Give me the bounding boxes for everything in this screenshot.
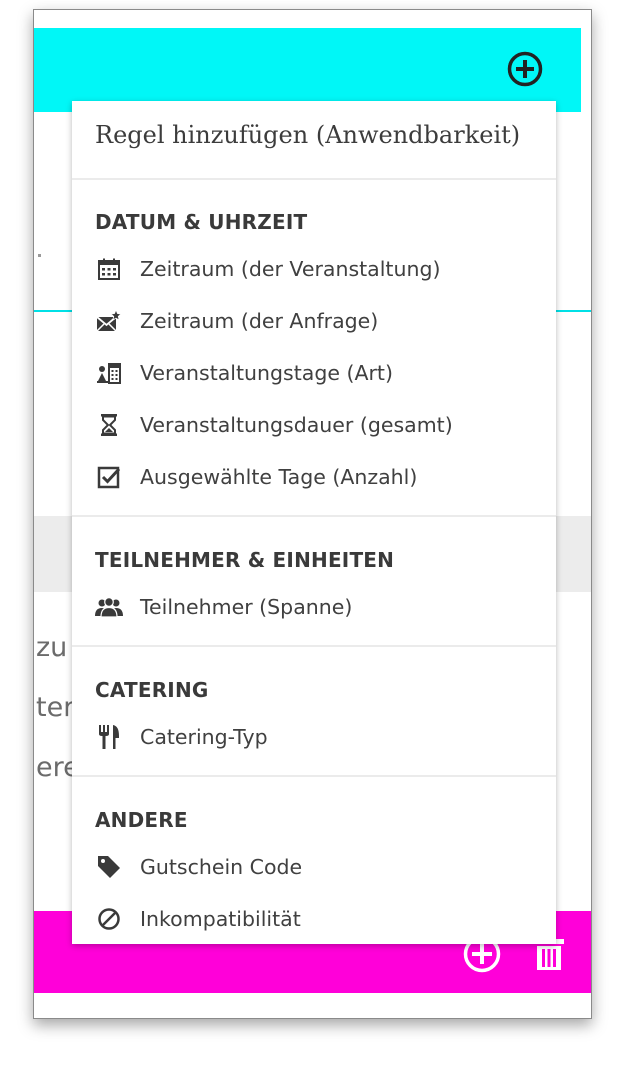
- envelope-star-icon: [94, 306, 124, 336]
- checkbox-icon: [94, 462, 124, 492]
- rule-group-header: [34, 28, 581, 112]
- background-text-2: ter: [36, 692, 75, 723]
- menu-item-label: Catering-Typ: [140, 725, 268, 749]
- background-dot: [38, 254, 41, 257]
- calendar-type-icon: [94, 358, 124, 388]
- section-header-datum: DATUM & UHRZEIT: [95, 210, 308, 234]
- calendar-icon: [94, 254, 124, 284]
- menu-item-label: Gutschein Code: [140, 855, 303, 879]
- section-header-andere: ANDERE: [95, 808, 188, 832]
- forbidden-icon: [94, 904, 124, 934]
- menu-item-label: Teilnehmer (Spanne): [140, 595, 353, 619]
- menu-item-catering-typ[interactable]: Catering-Typ: [88, 715, 548, 759]
- hourglass-icon: [94, 410, 124, 440]
- menu-item-label: Veranstaltungsdauer (gesamt): [140, 413, 453, 437]
- menu-item-teilnehmer[interactable]: Teilnehmer (Spanne): [88, 585, 548, 629]
- section-header-teilnehmer: TEILNEHMER & EINHEITEN: [95, 548, 395, 572]
- add-rule-dropdown-menu: Regel hinzufügen (Anwendbarkeit) DATUM &…: [72, 101, 556, 944]
- background-text-1: zu: [36, 632, 68, 663]
- menu-item-inkompatibilitaet[interactable]: Inkompatibilität: [88, 897, 548, 941]
- menu-item-zeitraum-veranstaltung[interactable]: Zeitraum (der Veranstaltung): [88, 247, 548, 291]
- menu-item-veranstaltungstage[interactable]: Veranstaltungstage (Art): [88, 351, 548, 395]
- fork-knife-icon: [94, 722, 124, 752]
- menu-item-gutschein-code[interactable]: Gutschein Code: [88, 845, 548, 889]
- section-header-catering: CATERING: [95, 678, 209, 702]
- menu-item-ausgewaehlte-tage[interactable]: Ausgewählte Tage (Anzahl): [88, 455, 548, 499]
- add-rule-button[interactable]: [506, 50, 544, 88]
- menu-item-label: Inkompatibilität: [140, 907, 301, 931]
- plus-circle-icon: [507, 51, 543, 87]
- menu-item-label: Veranstaltungstage (Art): [140, 361, 393, 385]
- menu-divider: [72, 515, 556, 517]
- menu-divider: [72, 775, 556, 777]
- menu-title: Regel hinzufügen (Anwendbarkeit): [95, 121, 521, 149]
- menu-item-label: Zeitraum (der Veranstaltung): [140, 257, 441, 281]
- menu-item-zeitraum-anfrage[interactable]: Zeitraum (der Anfrage): [88, 299, 548, 343]
- tag-icon: [94, 852, 124, 882]
- people-group-icon: [94, 592, 124, 622]
- menu-divider: [72, 178, 556, 180]
- menu-divider: [72, 645, 556, 647]
- menu-item-label: Ausgewählte Tage (Anzahl): [140, 465, 418, 489]
- menu-item-label: Zeitraum (der Anfrage): [140, 309, 379, 333]
- menu-item-veranstaltungsdauer[interactable]: Veranstaltungsdauer (gesamt): [88, 403, 548, 447]
